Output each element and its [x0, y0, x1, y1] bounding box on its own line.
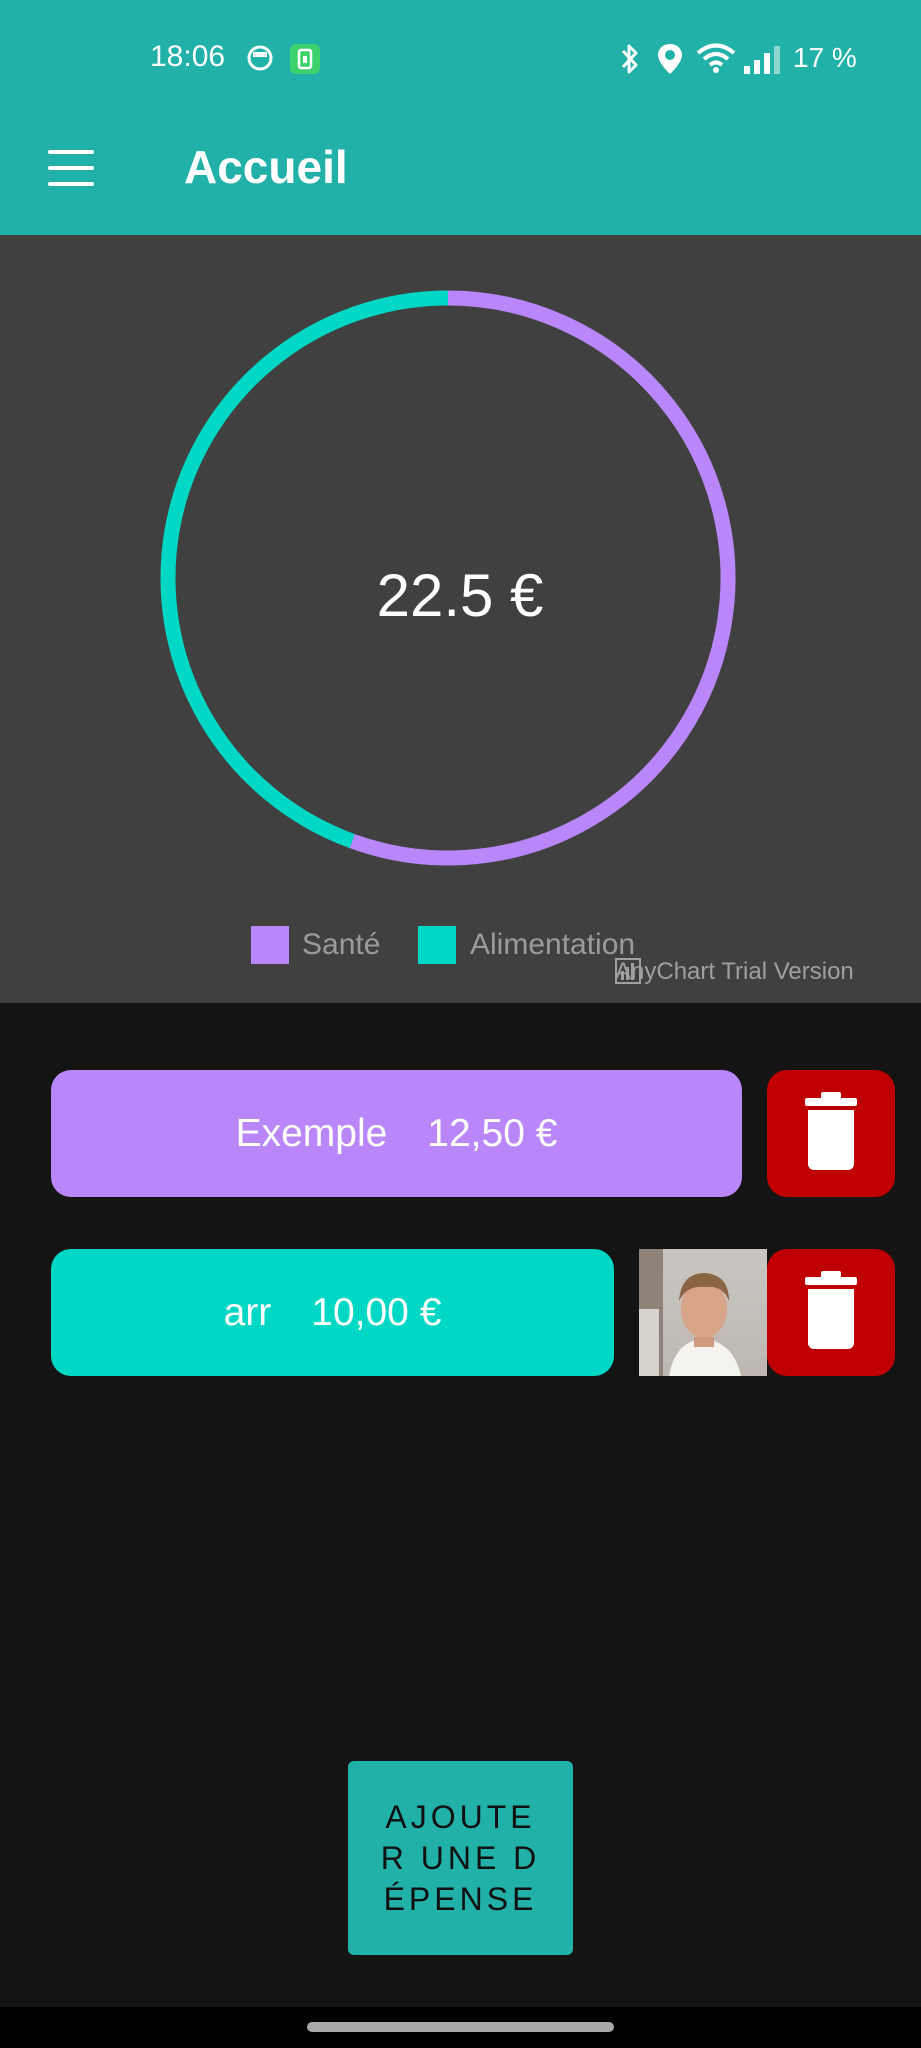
legend-label[interactable]: Santé: [302, 928, 380, 962]
battery-saver-icon: [290, 44, 320, 74]
person-photo: [639, 1249, 741, 1376]
expense-name: Exemple: [235, 1111, 388, 1155]
chart-logo-icon: [615, 958, 641, 984]
hamburger-menu-icon[interactable]: [44, 142, 100, 194]
expense-photo-thumbnail[interactable]: [639, 1249, 767, 1376]
add-expense-button[interactable]: AJOUTER UNE DÉPENSE: [348, 1761, 573, 1955]
expense-name: arr: [223, 1290, 272, 1334]
chart-total-label: 22.5 €: [377, 562, 544, 629]
wifi-icon: [696, 43, 736, 73]
app-bar: Accueil: [0, 118, 921, 235]
bluetooth-icon: [621, 44, 638, 74]
navigation-bar: [0, 2007, 921, 2048]
expense-item-exemple[interactable]: Exemple 12,50 €: [51, 1070, 742, 1197]
location-icon: [658, 44, 682, 74]
chart-panel: 22.5 € Santé Alimentation AnyChart Trial …: [0, 235, 921, 1003]
page-title: Accueil: [184, 141, 348, 193]
status-time: 18:06: [150, 40, 226, 73]
expense-amount: 10,00 €: [311, 1290, 442, 1334]
expense-amount: 12,50 €: [427, 1111, 558, 1155]
face-notification-icon: [247, 45, 273, 71]
signal-icon: [744, 46, 780, 74]
trial-watermark: AnyChart Trial Version: [615, 958, 854, 986]
home-gesture-bar[interactable]: [307, 2022, 614, 2032]
status-bar: 18:06 17 %: [0, 0, 921, 118]
delete-button[interactable]: [767, 1070, 895, 1197]
legend-swatch: [418, 926, 456, 964]
battery-percent: 17 %: [793, 42, 857, 73]
trial-label: AnyChart Trial Version: [615, 958, 854, 985]
add-expense-label: AJOUTER UNE DÉPENSE: [380, 1798, 541, 1917]
donut-chart: 22.5 €: [160, 290, 736, 866]
expense-item-arr[interactable]: arr 10,00 €: [51, 1249, 614, 1376]
legend-swatch: [251, 926, 289, 964]
legend-label[interactable]: Alimentation: [470, 928, 635, 962]
delete-button[interactable]: [767, 1249, 895, 1376]
